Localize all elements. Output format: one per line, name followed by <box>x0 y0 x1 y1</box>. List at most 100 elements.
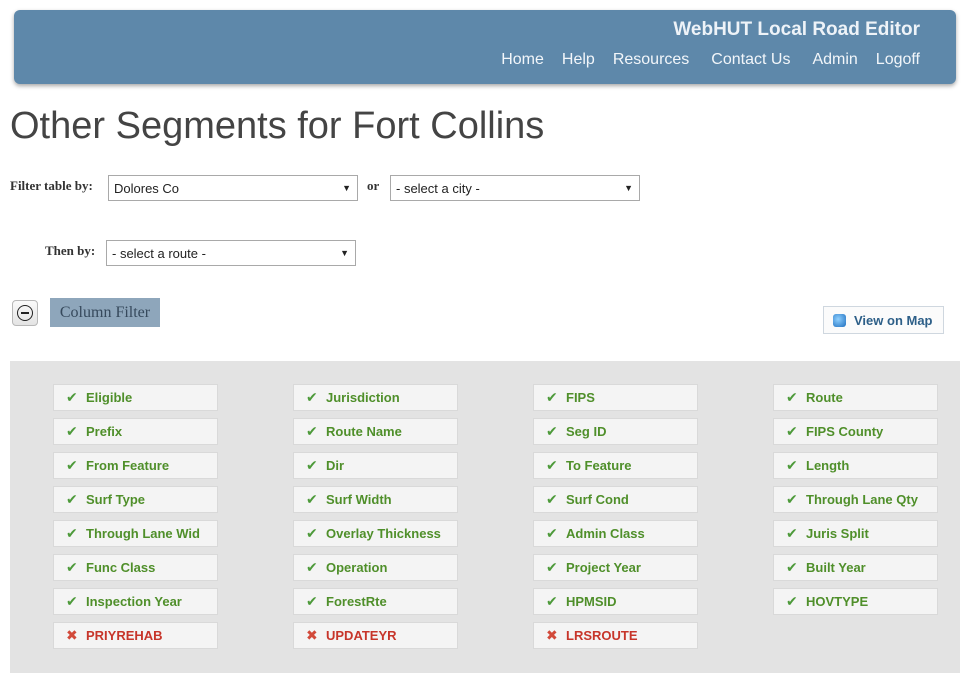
column-toggle-chip[interactable]: ✖ LRSROUTE <box>533 622 698 649</box>
checkmark-icon: ✔ <box>546 423 558 439</box>
column-toggle-chip[interactable]: ✔ Length <box>773 452 938 479</box>
nav-admin[interactable]: Admin <box>812 51 857 69</box>
checkmark-icon: ✔ <box>66 457 78 473</box>
checkmark-icon: ✔ <box>306 423 318 439</box>
checkmark-icon: ✔ <box>66 389 78 405</box>
column-toggle-chip[interactable]: ✔ Route <box>773 384 938 411</box>
app-title: WebHUT Local Road Editor <box>673 19 920 40</box>
checkmark-icon: ✔ <box>786 559 798 575</box>
column-toggle-label: From Feature <box>86 458 170 473</box>
column-toggle-label: Surf Type <box>86 492 145 507</box>
checkmark-icon: ✔ <box>66 491 78 507</box>
checkmark-icon: ✔ <box>786 457 798 473</box>
checkmark-icon: ✔ <box>66 559 78 575</box>
column-toggle-chip[interactable]: ✔ HPMSID <box>533 588 698 615</box>
column-toggle-chip[interactable]: ✔ Surf Type <box>53 486 218 513</box>
column-toggle-label: PRIYREHAB <box>86 628 163 643</box>
column-toggle-chip[interactable]: ✔ Prefix <box>53 418 218 445</box>
column-toggle-label: Through Lane Qty <box>806 492 918 507</box>
checkmark-icon: ✔ <box>66 593 78 609</box>
column-toggle-chip[interactable]: ✔ From Feature <box>53 452 218 479</box>
checkmark-icon: ✔ <box>546 457 558 473</box>
column-toggle-chip[interactable]: ✔ FIPS County <box>773 418 938 445</box>
route-select-value: - select a route - <box>112 246 206 261</box>
checkmark-icon: ✔ <box>786 525 798 541</box>
nav-resources[interactable]: Resources <box>613 51 689 69</box>
column-toggle-label: Built Year <box>806 560 866 575</box>
checkmark-icon: ✔ <box>306 389 318 405</box>
column-toggle-chip[interactable]: ✔ Through Lane Wid <box>53 520 218 547</box>
column-toggle-chip[interactable]: ✔ Operation <box>293 554 458 581</box>
checkmark-icon: ✔ <box>546 525 558 541</box>
view-on-map-button[interactable]: View on Map <box>823 306 944 334</box>
column-toggle-label: Project Year <box>566 560 641 575</box>
checkmark-icon: ✔ <box>546 559 558 575</box>
main-nav: Home Help Resources Contact Us Admin Log… <box>483 51 920 69</box>
nav-logoff[interactable]: Logoff <box>876 51 920 69</box>
column-filter-tab[interactable]: Column Filter <box>50 298 160 327</box>
column-toggle-label: LRSROUTE <box>566 628 638 643</box>
column-toggle-label: Juris Split <box>806 526 869 541</box>
column-filter-panel: ✔ Eligible ✔ Prefix ✔ From Feature ✔ Surf Type ✔… <box>10 361 960 673</box>
globe-icon <box>833 314 846 327</box>
nav-help[interactable]: Help <box>562 51 595 69</box>
column-toggle-chip[interactable]: ✔ Dir <box>293 452 458 479</box>
column-toggle-chip[interactable]: ✔ ForestRte <box>293 588 458 615</box>
column-toggle-label: Through Lane Wid <box>86 526 200 541</box>
column-toggle-label: HPMSID <box>566 594 617 609</box>
column-toggle-label: Prefix <box>86 424 123 439</box>
column-toggle-chip[interactable]: ✔ Inspection Year <box>53 588 218 615</box>
county-select-value: Dolores Co <box>114 181 180 196</box>
then-by-label: Then by: <box>45 243 96 258</box>
column-toggle-chip[interactable]: ✔ Overlay Thickness <box>293 520 458 547</box>
column-toggle-chip[interactable]: ✔ FIPS <box>533 384 698 411</box>
column-toggle-label: HOVTYPE <box>806 594 869 609</box>
collapse-toggle-button[interactable] <box>12 300 38 326</box>
column-toggle-chip[interactable]: ✔ Surf Cond <box>533 486 698 513</box>
x-mark-icon: ✖ <box>66 627 78 643</box>
column-toggle-label: FIPS County <box>806 424 884 439</box>
column-toggle-chip[interactable]: ✔ Juris Split <box>773 520 938 547</box>
column-toggle-label: Surf Cond <box>566 492 629 507</box>
column-toggle-chip[interactable]: ✔ Route Name <box>293 418 458 445</box>
nav-home[interactable]: Home <box>501 51 544 69</box>
column-toggle-chip[interactable]: ✔ To Feature <box>533 452 698 479</box>
column-toggle-chip[interactable]: ✔ Admin Class <box>533 520 698 547</box>
column-toggle-label: Length <box>806 458 850 473</box>
column-toggle-chip[interactable]: ✔ Through Lane Qty <box>773 486 938 513</box>
checkmark-icon: ✔ <box>546 389 558 405</box>
city-select[interactable]: - select a city - ▼ <box>390 175 640 201</box>
column-toggle-chip[interactable]: ✖ PRIYREHAB <box>53 622 218 649</box>
checkmark-icon: ✔ <box>786 491 798 507</box>
checkmark-icon: ✔ <box>306 457 318 473</box>
column-toggle-chip[interactable]: ✖ UPDATEYR <box>293 622 458 649</box>
column-toggle-label: To Feature <box>566 458 632 473</box>
column-toggle-label: Route Name <box>326 424 402 439</box>
column-toggle-label: Inspection Year <box>86 594 182 609</box>
checkmark-icon: ✔ <box>306 525 318 541</box>
route-select[interactable]: - select a route - ▼ <box>106 240 356 266</box>
column-toggle-chip[interactable]: ✔ Seg ID <box>533 418 698 445</box>
column-toggle-label: Jurisdiction <box>326 390 400 405</box>
column-toggle-label: Operation <box>326 560 388 575</box>
checkmark-icon: ✔ <box>786 593 798 609</box>
column-toggle-chip[interactable]: ✔ Built Year <box>773 554 938 581</box>
checkmark-icon: ✔ <box>306 593 318 609</box>
dropdown-arrow-icon: ▼ <box>342 183 351 193</box>
column-toggle-chip[interactable]: ✔ Project Year <box>533 554 698 581</box>
county-select[interactable]: Dolores Co ▼ <box>108 175 358 201</box>
city-select-value: - select a city - <box>396 181 480 196</box>
column-toggle-chip[interactable]: ✔ Jurisdiction <box>293 384 458 411</box>
checkmark-icon: ✔ <box>546 491 558 507</box>
column-toggle-label: Func Class <box>86 560 156 575</box>
column-toggle-label: ForestRte <box>326 594 387 609</box>
or-label: or <box>367 178 380 193</box>
column-toggle-chip[interactable]: ✔ Func Class <box>53 554 218 581</box>
column-toggle-label: Surf Width <box>326 492 392 507</box>
minus-icon <box>17 305 33 321</box>
nav-contact-us[interactable]: Contact Us <box>711 51 790 69</box>
column-toggle-chip[interactable]: ✔ Surf Width <box>293 486 458 513</box>
dropdown-arrow-icon: ▼ <box>340 248 349 258</box>
column-toggle-chip[interactable]: ✔ HOVTYPE <box>773 588 938 615</box>
column-toggle-chip[interactable]: ✔ Eligible <box>53 384 218 411</box>
